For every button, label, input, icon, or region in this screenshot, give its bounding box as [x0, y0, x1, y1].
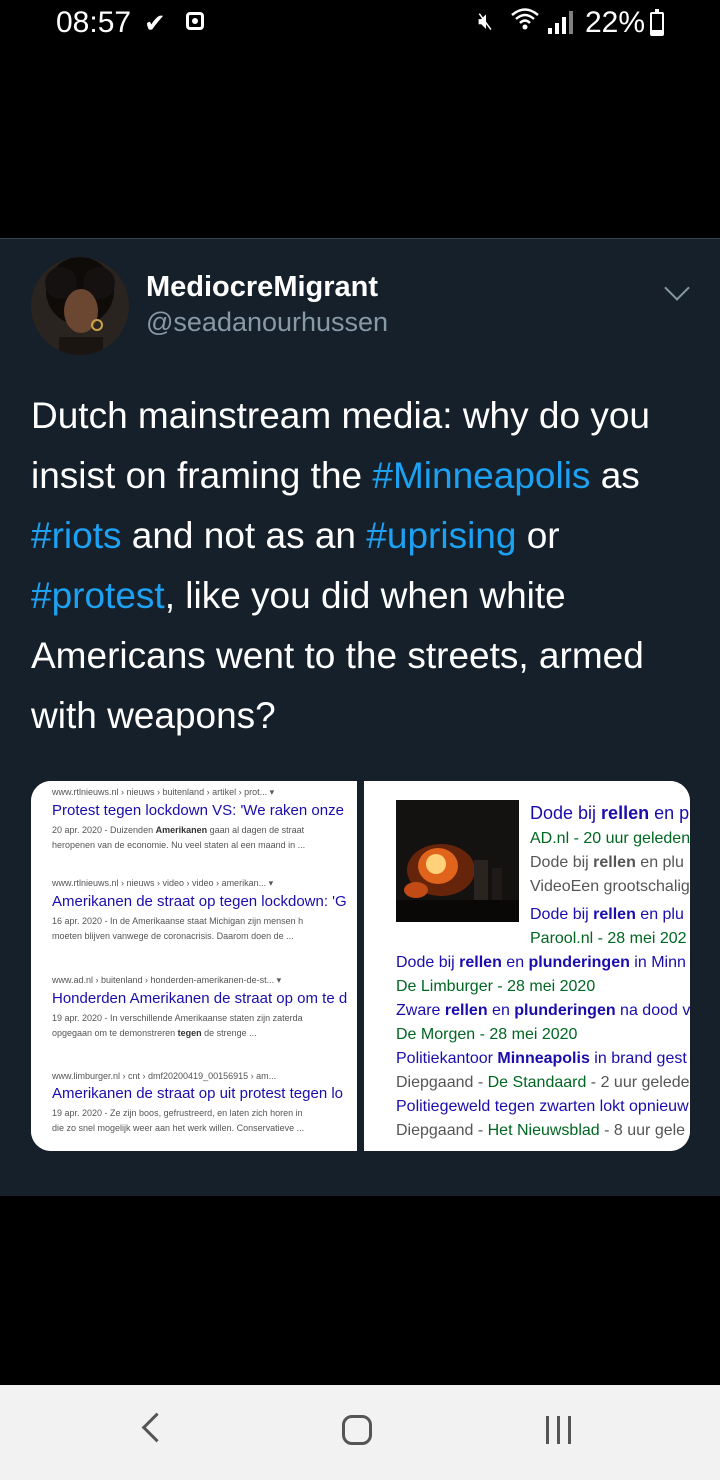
media-image-left[interactable]: www.rtlnieuws.nl › nieuws › buitenland ›…: [31, 781, 357, 1151]
result-snippet: 19 apr. 2020 - Ze zijn boos, gefrustreer…: [52, 1108, 303, 1118]
status-time: 08:57: [56, 6, 132, 39]
status-bar: 08:57 ✔ 🔇︎ 22%: [0, 0, 720, 50]
result-snippet: 16 apr. 2020 - In de Amerikaanse staat M…: [52, 916, 304, 926]
news-source: Diepgaand - De Standaard - 2 uur gelede: [396, 1074, 690, 1091]
media-divider: [357, 781, 364, 1151]
result-url: www.rtlnieuws.nl › nieuws › buitenland ›…: [52, 787, 275, 797]
hashtag-minneapolis[interactable]: #Minneapolis: [372, 455, 590, 496]
result-snippet: 19 apr. 2020 - In verschillende Amerikaa…: [52, 1013, 303, 1023]
check-icon: ✔: [144, 8, 166, 38]
navigation-bar: [0, 1385, 720, 1480]
news-title: Politiekantoor Minneapolis in brand gest: [396, 1050, 687, 1067]
result-title: Honderden Amerikanen de straat op om te …: [52, 990, 348, 1007]
result-url: www.rtlnieuws.nl › nieuws › video › vide…: [52, 878, 274, 888]
hashtag-riots[interactable]: #riots: [31, 515, 121, 556]
result-snippet: opgegaan om te demonstreren tegen de str…: [52, 1028, 257, 1038]
result-snippet: heropenen van de economie. Nu veel state…: [52, 840, 306, 850]
news-title: Politiegeweld tegen zwarten lokt opnieuw: [396, 1098, 689, 1115]
news-source: De Limburger - 28 mei 2020: [396, 978, 596, 995]
result-url: www.ad.nl › buitenland › honderden-ameri…: [52, 975, 282, 985]
home-icon[interactable]: [342, 1415, 372, 1445]
search-result: www.ad.nl › buitenland › honderden-ameri…: [52, 975, 357, 1041]
tweet-text-segment: or: [516, 515, 560, 556]
search-result: www.rtlnieuws.nl › nieuws › buitenland ›…: [52, 787, 357, 853]
result-snippet: moeten blijven vanwege de coronacrisis. …: [52, 931, 294, 941]
news-source: De Morgen - 28 mei 2020: [396, 1026, 578, 1043]
result-url: www.limburger.nl › cnt › dmf20200419_001…: [52, 1071, 277, 1081]
tweet-media[interactable]: www.rtlnieuws.nl › nieuws › buitenland ›…: [31, 781, 690, 1151]
result-snippet: die zo snel mogelijk weer aan het werk w…: [52, 1123, 305, 1133]
news-title: Dode bij rellen en plunderingen in Minn: [396, 954, 686, 971]
screen-record-icon: [186, 12, 204, 30]
result-snippet: 20 apr. 2020 - Duizenden Amerikanen gaan…: [52, 825, 305, 835]
tweet-text-segment: and not as an: [121, 515, 367, 556]
news-source: Parool.nl - 28 mei 202: [530, 930, 687, 947]
user-handle[interactable]: @seadanourhussen: [146, 307, 388, 338]
display-name[interactable]: MediocreMigrant: [146, 271, 378, 304]
wifi-icon: [510, 6, 540, 39]
recent-apps-icon[interactable]: [546, 1416, 574, 1446]
result-title: Amerikanen de straat op uit protest tege…: [52, 1085, 344, 1102]
back-icon[interactable]: [141, 1412, 172, 1443]
tweet-card[interactable]: MediocreMigrant @seadanourhussen Dutch m…: [0, 238, 720, 1196]
avatar[interactable]: [31, 257, 129, 355]
news-source: Diepgaand - Het Nieuwsblad - 8 uur gele: [396, 1122, 686, 1139]
battery-percent: 22%: [585, 6, 646, 39]
tweet-text: Dutch mainstream media: why do you insis…: [31, 386, 701, 746]
search-result: www.limburger.nl › cnt › dmf20200419_001…: [52, 1071, 357, 1136]
signal-icon: [548, 10, 574, 34]
mute-icon: 🔇︎: [478, 8, 494, 35]
news-line: Dode bij rellen en plu: [530, 854, 684, 871]
hashtag-protest[interactable]: #protest: [31, 575, 165, 616]
news-title: Zware rellen en plunderingen na dood v: [396, 1002, 690, 1019]
tweet-text-segment: as: [590, 455, 640, 496]
news-source: AD.nl - 20 uur geleden: [530, 830, 690, 847]
hashtag-uprising[interactable]: #uprising: [366, 515, 516, 556]
search-result: www.rtlnieuws.nl › nieuws › video › vide…: [52, 878, 357, 944]
news-thumbnail-fire: [396, 800, 519, 922]
news-title: Dode bij rellen en p: [530, 803, 690, 823]
result-title: Amerikanen de straat op tegen lockdown: …: [52, 893, 347, 910]
battery-icon: [650, 9, 664, 36]
media-image-right[interactable]: Dode bij rellen en p AD.nl - 20 uur gele…: [364, 781, 690, 1151]
news-line: VideoEen grootschalig: [530, 878, 690, 895]
chevron-down-icon[interactable]: [664, 275, 690, 301]
result-title: Protest tegen lockdown VS: 'We raken onz…: [52, 802, 344, 819]
news-title: Dode bij rellen en plu: [530, 906, 684, 923]
